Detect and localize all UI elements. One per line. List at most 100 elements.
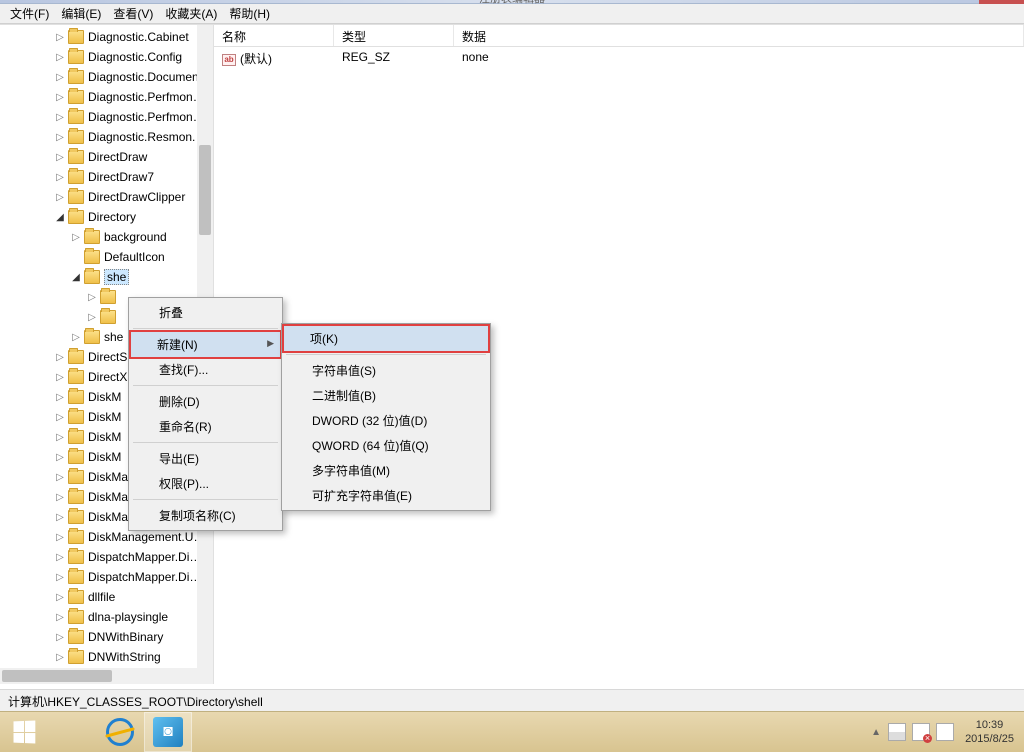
column-type[interactable]: 类型 bbox=[334, 25, 454, 46]
string-icon: ab bbox=[222, 54, 236, 66]
expand-icon[interactable]: ▷ bbox=[54, 111, 66, 123]
expand-icon[interactable]: ▷ bbox=[54, 131, 66, 143]
start-button[interactable] bbox=[0, 712, 48, 752]
tree-item[interactable]: ▷DirectDrawClipper bbox=[0, 187, 213, 207]
column-data[interactable]: 数据 bbox=[454, 25, 1024, 46]
menu-view[interactable]: 查看(V) bbox=[107, 3, 159, 24]
tree-item[interactable]: ▷DirectDraw bbox=[0, 147, 213, 167]
expand-icon[interactable]: ▷ bbox=[54, 431, 66, 443]
ctx-find[interactable]: 查找(F)... bbox=[131, 357, 280, 382]
clock[interactable]: 10:39 2015/8/25 bbox=[957, 718, 1022, 746]
expand-icon[interactable]: ▷ bbox=[54, 651, 66, 663]
expand-icon[interactable]: ▷ bbox=[54, 511, 66, 523]
taskbar-file-explorer[interactable] bbox=[48, 712, 96, 752]
action-center-icon[interactable] bbox=[888, 723, 906, 741]
menu-edit[interactable]: 编辑(E) bbox=[55, 3, 107, 24]
expand-icon[interactable]: ◢ bbox=[70, 271, 82, 283]
tray-chevron-icon[interactable]: ▲ bbox=[871, 727, 881, 738]
tree-item-label: Diagnostic.Perfmon… bbox=[88, 90, 205, 104]
tree-item[interactable]: ▷ Diagnostic.Perfmon… bbox=[0, 87, 213, 107]
ctx-new-string[interactable]: 字符串值(S) bbox=[284, 358, 488, 383]
tree-item[interactable]: ▷DNWithBinary bbox=[0, 627, 213, 647]
expand-icon[interactable]: ▷ bbox=[54, 631, 66, 643]
expand-icon[interactable]: ▷ bbox=[54, 491, 66, 503]
expand-icon[interactable]: ▷ bbox=[54, 91, 66, 103]
scrollbar-thumb[interactable] bbox=[2, 670, 112, 682]
tree-horizontal-scrollbar[interactable] bbox=[0, 668, 197, 684]
ctx-new[interactable]: 新建(N) bbox=[129, 330, 282, 359]
tree-item[interactable]: ▷DirectDraw7 bbox=[0, 167, 213, 187]
scrollbar-thumb[interactable] bbox=[199, 145, 211, 235]
ctx-new-expandstring[interactable]: 可扩充字符串值(E) bbox=[284, 483, 488, 508]
expand-icon[interactable]: ▷ bbox=[54, 451, 66, 463]
expand-icon[interactable]: ▷ bbox=[54, 71, 66, 83]
expand-icon[interactable]: ▷ bbox=[54, 31, 66, 43]
tree-item[interactable]: ▷ Diagnostic.Cabinet bbox=[0, 27, 213, 47]
ie-icon bbox=[106, 718, 134, 746]
expand-icon[interactable]: ▷ bbox=[54, 171, 66, 183]
tree-item[interactable]: ▷DNWithString bbox=[0, 647, 213, 667]
ctx-permissions[interactable]: 权限(P)... bbox=[131, 471, 280, 496]
expand-icon[interactable]: ▷ bbox=[54, 531, 66, 543]
separator bbox=[286, 354, 486, 355]
tree-item[interactable]: ◢Directory bbox=[0, 207, 213, 227]
tree-item-label: DiskM bbox=[88, 390, 121, 404]
expand-icon[interactable]: ▷ bbox=[54, 371, 66, 383]
menu-help[interactable]: 帮助(H) bbox=[223, 3, 276, 24]
tree-item[interactable]: ▷dllfile bbox=[0, 587, 213, 607]
folder-icon bbox=[100, 290, 116, 304]
expand-icon[interactable]: ▷ bbox=[54, 391, 66, 403]
expand-icon[interactable]: ▷ bbox=[54, 571, 66, 583]
column-name[interactable]: 名称 bbox=[214, 25, 334, 46]
tree-item-label: she bbox=[104, 330, 123, 344]
network-icon[interactable] bbox=[912, 723, 930, 741]
expand-icon[interactable]: ◢ bbox=[54, 211, 66, 223]
tree-item-label: background bbox=[104, 230, 167, 244]
expand-icon[interactable]: ▷ bbox=[86, 291, 98, 303]
tree-item[interactable]: ▷DispatchMapper.Di… bbox=[0, 567, 213, 587]
ctx-collapse[interactable]: 折叠 bbox=[131, 300, 280, 325]
ctx-export[interactable]: 导出(E) bbox=[131, 446, 280, 471]
close-button[interactable] bbox=[979, 0, 1024, 4]
expand-icon[interactable]: ▷ bbox=[54, 191, 66, 203]
tree-item[interactable]: DefaultIcon bbox=[0, 247, 213, 267]
expand-icon[interactable]: ▷ bbox=[54, 411, 66, 423]
list-row[interactable]: ab(默认) REG_SZ none bbox=[214, 47, 1024, 70]
ctx-delete[interactable]: 删除(D) bbox=[131, 389, 280, 414]
tree-item[interactable]: ▷DispatchMapper.Di… bbox=[0, 547, 213, 567]
tree-item[interactable]: ▷dlna-playsingle bbox=[0, 607, 213, 627]
tree-item[interactable]: ▷ background bbox=[0, 227, 213, 247]
taskbar-ie[interactable] bbox=[96, 712, 144, 752]
expand-icon[interactable]: ▷ bbox=[54, 591, 66, 603]
taskbar-regedit[interactable]: ◙ bbox=[144, 712, 192, 752]
ctx-copy-key-name[interactable]: 复制项名称(C) bbox=[131, 503, 280, 528]
expand-icon[interactable]: ▷ bbox=[54, 151, 66, 163]
ctx-rename[interactable]: 重命名(R) bbox=[131, 414, 280, 439]
folder-icon bbox=[68, 490, 84, 504]
expand-icon[interactable]: ▷ bbox=[54, 351, 66, 363]
expand-icon[interactable]: ▷ bbox=[70, 331, 82, 343]
list-header[interactable]: 名称 类型 数据 bbox=[214, 25, 1024, 47]
expand-icon[interactable]: ▷ bbox=[54, 51, 66, 63]
tree-item[interactable]: ▷Diagnostic.Perfmon… bbox=[0, 107, 213, 127]
menu-bar: 文件(F) 编辑(E) 查看(V) 收藏夹(A) 帮助(H) bbox=[0, 4, 1024, 24]
ctx-new-multistring[interactable]: 多字符串值(M) bbox=[284, 458, 488, 483]
ctx-new-qword[interactable]: QWORD (64 位)值(Q) bbox=[284, 433, 488, 458]
tree-item[interactable]: ◢she bbox=[0, 267, 213, 287]
expand-icon[interactable]: ▷ bbox=[54, 551, 66, 563]
ctx-new-dword[interactable]: DWORD (32 位)值(D) bbox=[284, 408, 488, 433]
tree-item[interactable]: ▷Diagnostic.Resmon.… bbox=[0, 127, 213, 147]
expand-icon[interactable]: ▷ bbox=[54, 611, 66, 623]
menu-file[interactable]: 文件(F) bbox=[4, 3, 55, 24]
expand-icon[interactable] bbox=[70, 251, 82, 263]
expand-icon[interactable]: ▷ bbox=[54, 471, 66, 483]
ctx-new-binary[interactable]: 二进制值(B) bbox=[284, 383, 488, 408]
ctx-new-key[interactable]: 项(K) bbox=[282, 324, 490, 353]
volume-icon[interactable] bbox=[936, 723, 954, 741]
tree-item-label: Diagnostic.Cabinet bbox=[88, 30, 189, 44]
tree-item[interactable]: ▷Diagnostic.Documen… bbox=[0, 67, 213, 87]
tree-item[interactable]: ▷Diagnostic.Config bbox=[0, 47, 213, 67]
expand-icon[interactable]: ▷ bbox=[70, 231, 82, 243]
menu-favorites[interactable]: 收藏夹(A) bbox=[159, 3, 223, 24]
expand-icon[interactable]: ▷ bbox=[86, 311, 98, 323]
